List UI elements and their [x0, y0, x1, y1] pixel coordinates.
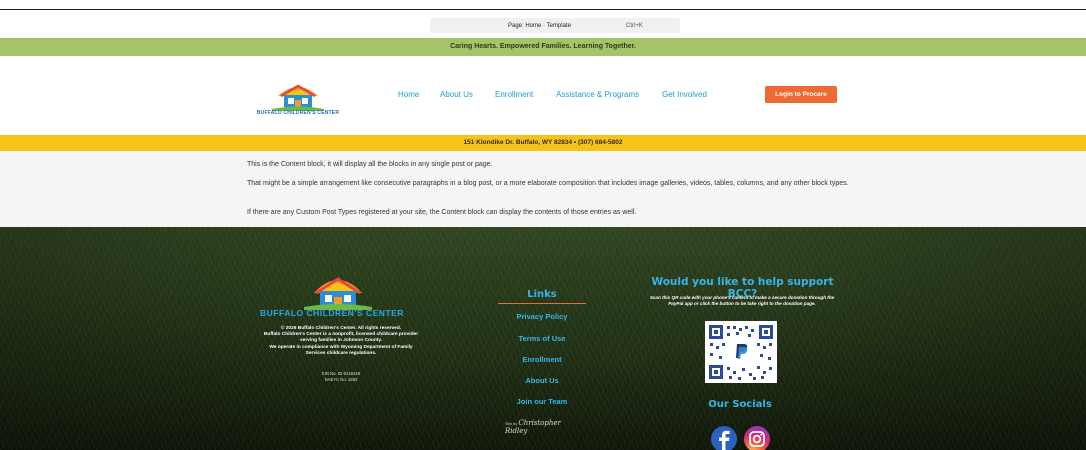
login-to-procare-button[interactable]: Login to Procare: [765, 86, 837, 103]
footer-legal-info: © 2026 Buffalo Children's Center. All ri…: [246, 326, 436, 357]
address-bar: 151 Klondike Dr. Buffalo, WY 82834 • (30…: [0, 135, 1086, 151]
qr-code-icon: [709, 325, 773, 380]
nav-get-involved[interactable]: Get Involved: [662, 90, 707, 99]
facebook-glyph: [719, 430, 730, 450]
footer-link-enrollment[interactable]: Enrollment: [498, 355, 586, 364]
paypal-qr-code[interactable]: [705, 321, 777, 383]
footer-logo-text: BUFFALO CHILDREN'S CENTER: [260, 308, 404, 318]
command-palette-button[interactable]: Page: Home · Template Ctrl+K: [430, 18, 680, 33]
links-divider: [498, 303, 586, 304]
editor-top-bar: Page: Home · Template Ctrl+K: [0, 0, 1086, 36]
footer-logo[interactable]: [296, 269, 380, 311]
naeyc-number: NAEYC No. 1583: [324, 376, 358, 382]
links-heading: Links: [527, 289, 557, 300]
legal-line: We operate in compliance with Wyoming De…: [269, 344, 413, 350]
facebook-icon[interactable]: [711, 426, 737, 450]
nav-enrollment[interactable]: Enrollment: [495, 90, 533, 99]
content-paragraph: This is the Content block, it will displ…: [247, 161, 493, 168]
footer-link-about-us[interactable]: About Us: [498, 376, 586, 385]
site-credit[interactable]: Site by Christopher Ridley: [505, 419, 585, 435]
command-shortcut: Ctrl+K: [626, 22, 643, 29]
footer-link-terms-of-use[interactable]: Terms of Use: [498, 334, 586, 343]
site-logo[interactable]: BUFFALO CHILDREN'S CENTER: [248, 76, 348, 120]
tagline-banner: Caring Hearts. Empowered Families. Learn…: [0, 38, 1086, 56]
footer-link-join-our-team[interactable]: Join our Team: [498, 397, 586, 406]
instagram-glyph: [749, 431, 765, 447]
socials-heading: Our Socials: [708, 399, 772, 410]
content-block: This is the Content block, it will displ…: [0, 151, 1086, 227]
footer-link-privacy-policy[interactable]: Privacy Policy: [498, 312, 586, 321]
site-footer: BUFFALO CHILDREN'S CENTER © 2026 Buffalo…: [0, 227, 1086, 450]
footer-logo-house-icon: [304, 277, 372, 310]
site-by-label: Site by: [505, 421, 518, 426]
instagram-icon[interactable]: [744, 426, 770, 450]
legal-line: Services childcare regulations.: [305, 350, 377, 356]
command-title: Page: Home · Template: [508, 22, 571, 29]
nav-home[interactable]: Home: [398, 90, 419, 99]
support-description: Scan this QR code with your phone's came…: [649, 295, 835, 306]
editor-divider: [0, 9, 1086, 10]
content-paragraph: If there are any Custom Post Types regis…: [247, 209, 637, 216]
nav-about-us[interactable]: About Us: [440, 90, 473, 99]
site-header: BUFFALO CHILDREN'S CENTER Home About Us …: [0, 56, 1086, 134]
nav-assistance-programs[interactable]: Assistance & Programs: [556, 90, 639, 99]
logo-text: BUFFALO CHILDREN'S CENTER: [256, 110, 340, 116]
footer-registration-ids: EIN No. 83-0218428 NAEYC No. 1583: [246, 371, 436, 382]
content-paragraph: That might be a simple arrangement like …: [247, 180, 849, 187]
